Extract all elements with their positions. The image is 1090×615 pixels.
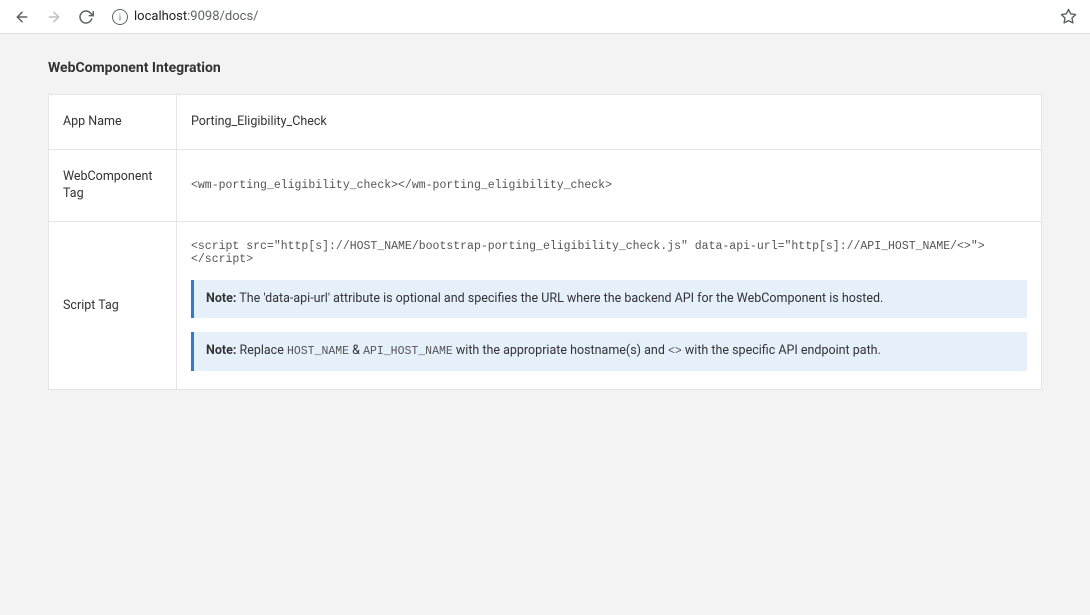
reload-icon [78,9,94,25]
address-bar[interactable]: i localhost:9098/docs/ [106,9,1048,25]
url-text: localhost:9098/docs/ [134,9,259,24]
forward-button[interactable] [42,5,66,29]
browser-toolbar: i localhost:9098/docs/ [0,0,1090,34]
row-label-tag: WebComponent Tag [49,150,177,221]
note-text-mid: with the appropriate hostname(s) and [453,343,668,358]
integration-table: App Name Porting_Eligibility_Check WebCo… [48,94,1042,390]
row-label-script: Script Tag [49,222,177,390]
url-host: localhost [134,9,187,24]
page-content: WebComponent Integration App Name Portin… [0,34,1090,416]
row-value-script: <script src="http[s]://HOST_NAME/bootstr… [177,222,1041,390]
arrow-left-icon [14,9,30,25]
note-text-amp: & [349,343,363,358]
note-text-pre: Replace [236,343,287,358]
star-icon [1060,8,1077,25]
webcomponent-tag-code: <wm-porting_eligibility_check></wm-porti… [191,179,1027,192]
page-title: WebComponent Integration [48,60,1042,76]
site-info-icon[interactable]: i [112,9,128,25]
note-label: Note: [206,343,236,358]
note-code: HOST_NAME [287,345,349,358]
row-value-app-name: Porting_Eligibility_Check [177,95,1041,149]
row-label-app-name: App Name [49,95,177,149]
note-box: Note: Replace HOST_NAME & API_HOST_NAME … [191,332,1027,371]
reload-button[interactable] [74,5,98,29]
note-text-post: with the specific API endpoint path. [682,343,881,358]
note-box: Note: The 'data-api-url' attribute is op… [191,280,1027,319]
back-button[interactable] [10,5,34,29]
app-name-value: Porting_Eligibility_Check [191,114,1027,129]
note-label: Note: [206,291,236,306]
note-code: <> [668,345,682,358]
note-code: API_HOST_NAME [363,345,453,358]
row-value-tag: <wm-porting_eligibility_check></wm-porti… [177,150,1041,221]
table-row: Script Tag <script src="http[s]://HOST_N… [49,222,1041,390]
note-text: The 'data-api-url' attribute is optional… [236,291,883,306]
url-path: :9098/docs/ [187,9,258,24]
script-tag-code: <script src="http[s]://HOST_NAME/bootstr… [191,240,1027,266]
bookmark-button[interactable] [1056,5,1080,29]
arrow-right-icon [46,9,62,25]
table-row: App Name Porting_Eligibility_Check [49,95,1041,150]
table-row: WebComponent Tag <wm-porting_eligibility… [49,150,1041,222]
